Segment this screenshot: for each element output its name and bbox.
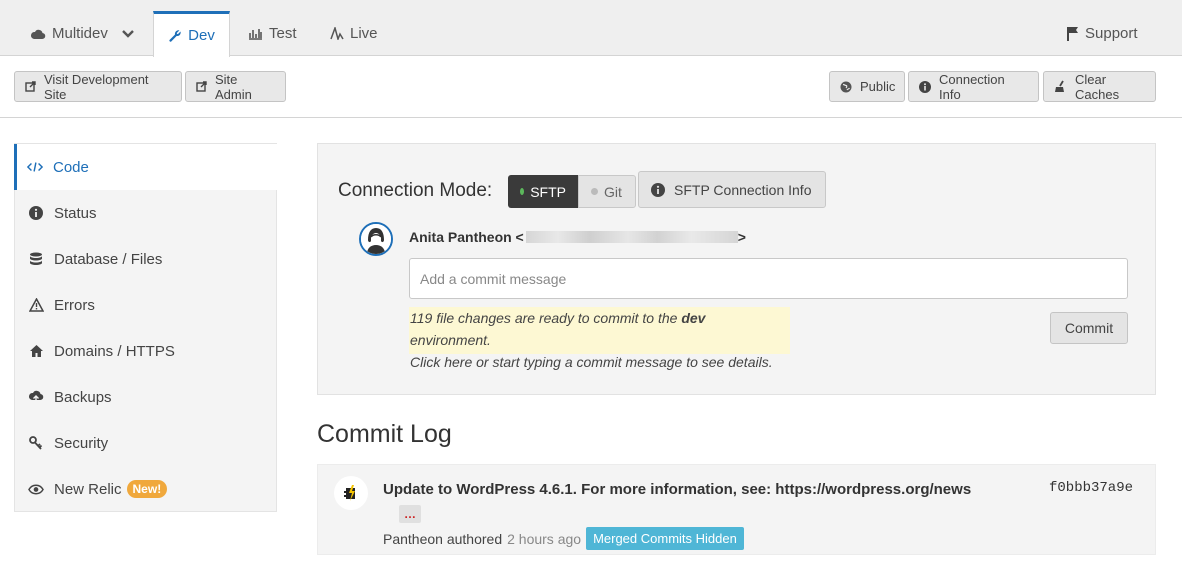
sidebar-item-security[interactable]: Security	[15, 420, 278, 466]
tab-multidev-label: Multidev	[52, 25, 108, 42]
notice-line-2: Click here or start typing a commit mess…	[410, 354, 773, 370]
merged-commits-hidden-badge[interactable]: Merged Commits Hidden	[586, 527, 744, 550]
key-icon	[28, 435, 44, 451]
commit-hash[interactable]: f0bbb37a9e	[1049, 480, 1133, 496]
tab-test[interactable]: Test	[248, 11, 297, 56]
cloud-upload-icon	[28, 390, 44, 404]
connection-mode-label: Connection Mode:	[338, 180, 493, 201]
info-icon	[919, 80, 931, 93]
notice-line-1: 119 file changes are ready to commit to …	[410, 310, 706, 348]
git-mode-toggle[interactable]: Git	[578, 175, 636, 208]
header-divider	[0, 117, 1182, 118]
sidebar-item-label: Database / Files	[54, 250, 163, 268]
sidebar-item-status[interactable]: Status	[15, 190, 278, 236]
tab-test-label: Test	[269, 25, 297, 42]
clear-caches-button[interactable]: Clear Caches	[1043, 71, 1156, 102]
external-link-icon	[196, 81, 207, 92]
pending-changes-notice[interactable]: 119 file changes are ready to commit to …	[409, 307, 790, 370]
tab-multidev[interactable]: Multidev	[30, 11, 134, 56]
chevron-down-icon[interactable]	[122, 29, 134, 38]
commit-message: Update to WordPress 4.6.1. For more info…	[383, 481, 972, 498]
environment-name: dev	[681, 310, 706, 326]
commit-time: 2 hours ago	[507, 530, 582, 547]
commit-message-input[interactable]	[409, 258, 1128, 299]
sidebar-item-code[interactable]: Code	[14, 144, 277, 190]
support-link[interactable]: Support	[1066, 11, 1138, 56]
globe-icon	[840, 81, 852, 93]
database-icon	[28, 252, 44, 266]
tab-dev[interactable]: Dev	[153, 11, 230, 57]
bar-chart-icon	[248, 27, 263, 40]
pulse-icon	[330, 27, 344, 40]
expand-commit-button[interactable]: …	[399, 505, 421, 523]
wrench-icon	[168, 29, 182, 43]
redacted-email	[525, 231, 738, 243]
external-link-icon	[25, 81, 36, 92]
author-name: Anita Pantheon <	[409, 229, 524, 245]
visit-development-site-label: Visit Development Site	[44, 71, 149, 102]
commit-button[interactable]: Commit	[1050, 312, 1128, 344]
sidebar-item-domains-https[interactable]: Domains / HTTPS	[15, 328, 278, 374]
status-dot-icon	[591, 188, 598, 195]
sidebar-item-label: Status	[54, 204, 97, 222]
clear-caches-label: Clear Caches	[1075, 71, 1120, 102]
sftp-connection-info-label: SFTP Connection Info	[674, 181, 812, 198]
commit-author: Anita Pantheon < >	[409, 229, 746, 245]
flag-icon	[1066, 26, 1079, 41]
avatar	[359, 222, 393, 256]
code-icon	[27, 161, 43, 173]
connection-info-label: Connection Info	[939, 71, 1005, 102]
info-icon	[651, 182, 665, 197]
sidebar-item-label: Code	[53, 158, 89, 176]
sidebar-item-label: Backups	[54, 388, 112, 406]
site-admin-label: Site Admin	[215, 71, 252, 102]
visit-development-site-button[interactable]: Visit Development Site	[14, 71, 182, 102]
sftp-label: SFTP	[530, 183, 566, 200]
cloud-icon	[30, 28, 46, 40]
status-dot-icon	[520, 188, 525, 195]
tab-dev-label: Dev	[188, 27, 215, 44]
tab-live[interactable]: Live	[330, 11, 378, 56]
commit-author-text: Pantheon authored	[383, 530, 503, 547]
home-icon	[28, 344, 44, 358]
sftp-connection-info-button[interactable]: SFTP Connection Info	[638, 171, 826, 208]
commit-meta: Pantheon authored 2 hours ago Merged Com…	[383, 527, 744, 550]
sidebar: Code Status Database / Files Errors Doma…	[14, 143, 277, 512]
sidebar-item-backups[interactable]: Backups	[15, 374, 278, 420]
sidebar-item-new-relic[interactable]: New Relic New!	[15, 466, 278, 512]
sidebar-item-label: Errors	[54, 296, 95, 314]
sidebar-item-database-files[interactable]: Database / Files	[15, 236, 278, 282]
sidebar-item-label: Security	[54, 434, 109, 452]
git-label: Git	[604, 183, 622, 200]
public-button[interactable]: Public	[829, 71, 905, 102]
sidebar-item-label: New Relic	[54, 480, 122, 498]
environment-tab-bar: Multidev Dev Test Live Support	[0, 0, 1182, 57]
sidebar-item-errors[interactable]: Errors	[15, 282, 278, 328]
sidebar-item-label: Domains / HTTPS	[54, 342, 175, 360]
pantheon-logo-icon	[334, 476, 368, 510]
support-label: Support	[1085, 25, 1138, 42]
new-badge: New!	[126, 480, 168, 498]
connection-info-button[interactable]: Connection Info	[908, 71, 1039, 102]
sftp-mode-toggle[interactable]: SFTP	[508, 175, 578, 208]
eye-icon	[28, 484, 44, 495]
public-label: Public	[860, 79, 896, 94]
tab-live-label: Live	[350, 25, 378, 42]
commit-log-title: Commit Log	[317, 420, 452, 448]
broom-icon	[1054, 80, 1067, 93]
connection-panel: Connection Mode: SFTP Git SFTP Connectio…	[317, 143, 1156, 395]
site-admin-button[interactable]: Site Admin	[185, 71, 286, 102]
info-icon	[28, 206, 44, 220]
warning-icon	[28, 298, 44, 312]
author-suffix: >	[737, 229, 746, 245]
commit-log-entry: Update to WordPress 4.6.1. For more info…	[317, 464, 1156, 555]
